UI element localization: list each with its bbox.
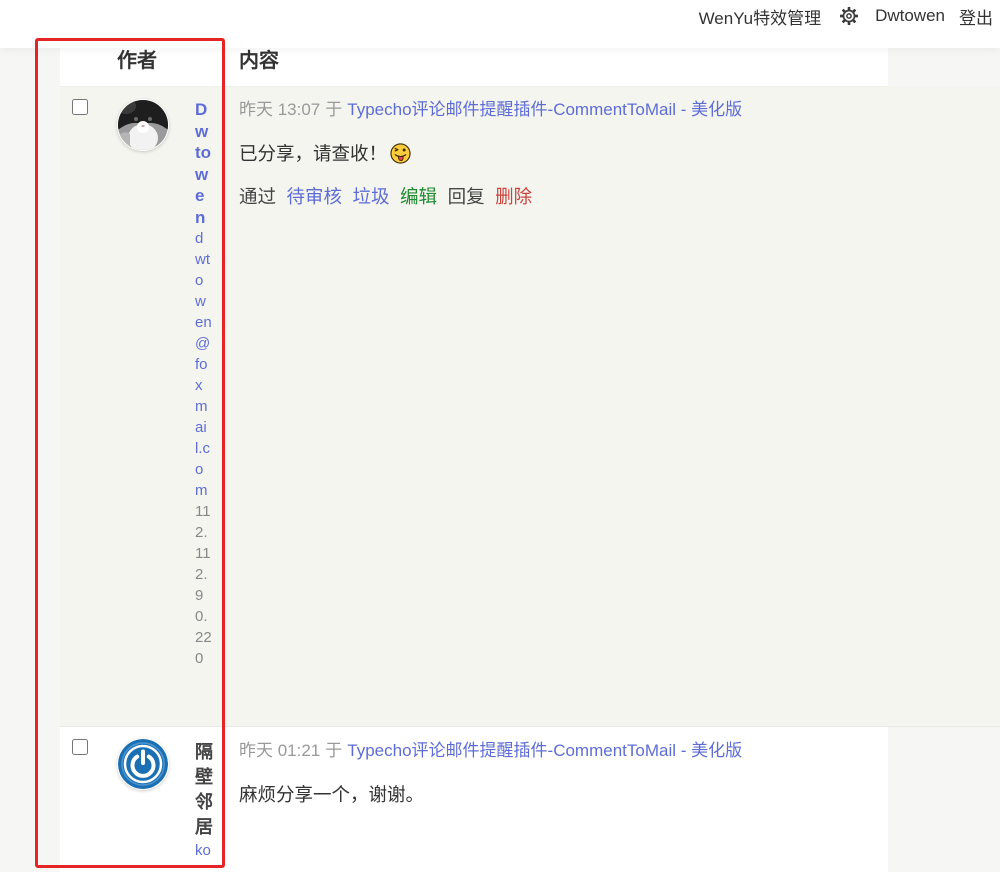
comment-author: Dwtowen dwtowen@foxmail.com 112.112.90.2… xyxy=(195,99,213,669)
top-nav: WenYu特效管理 Dwtowen 登出 xyxy=(699,0,993,32)
post-title-link[interactable]: Typecho评论邮件提醒插件-CommentToMail - 美化版 xyxy=(347,741,742,760)
author-email-link[interactable]: dwtowen@foxmail.com xyxy=(195,228,213,501)
author-name-link[interactable]: Dwtowen xyxy=(195,99,213,228)
row-select-checkbox[interactable] xyxy=(72,99,88,115)
column-header-content: 内容 xyxy=(239,50,279,72)
comment-row[interactable]: 隔壁邻居 ko 昨天 01:21 于 Typecho评论邮件提醒插件-Comment… xyxy=(60,727,888,872)
gear-icon-graphic xyxy=(840,7,859,25)
author-email-link[interactable]: ko xyxy=(195,840,213,861)
reply-comment-link[interactable]: 回复 xyxy=(448,186,485,207)
top-bar: WenYu特效管理 Dwtowen 登出 xyxy=(0,0,1000,48)
comment-preposition: 于 xyxy=(325,100,343,119)
comment-meta: 昨天 01:21 于 Typecho评论邮件提醒插件-CommentToMail -… xyxy=(239,740,879,762)
comment-author: 隔壁邻居 ko xyxy=(195,740,213,861)
mark-spam-link[interactable]: 垃圾 xyxy=(353,186,390,207)
comment-text: 已分享，请查收！ xyxy=(239,142,939,166)
comment-actions: 通过 待审核 垃圾 编辑 回复 删除 xyxy=(239,185,939,209)
post-title-link[interactable]: Typecho评论邮件提醒插件-CommentToMail - 美化版 xyxy=(347,100,742,119)
approve-status: 通过 xyxy=(239,186,277,207)
delete-comment-link[interactable]: 删除 xyxy=(495,186,532,207)
comment-time: 昨天 13:07 xyxy=(239,100,321,119)
comment-text-body: 已分享，请查收！ xyxy=(239,143,388,164)
avatar xyxy=(118,100,168,150)
comment-text: 麻烦分享一个，谢谢。 xyxy=(239,783,879,807)
user-profile-link[interactable]: Dwtowen xyxy=(875,6,945,26)
row-select-checkbox[interactable] xyxy=(72,739,88,755)
cat-photo-avatar-icon xyxy=(118,100,168,150)
comment-content: 昨天 13:07 于 Typecho评论邮件提醒插件-CommentToMail -… xyxy=(239,99,939,209)
comment-meta: 昨天 13:07 于 Typecho评论邮件提醒插件-CommentToMail -… xyxy=(239,99,939,121)
comment-content: 昨天 01:21 于 Typecho评论邮件提醒插件-CommentToMail -… xyxy=(239,740,879,807)
mark-pending-link[interactable]: 待审核 xyxy=(287,186,343,207)
winking-tongue-emoji-icon xyxy=(390,143,411,164)
edit-comment-link[interactable]: 编辑 xyxy=(400,186,437,207)
comment-preposition: 于 xyxy=(325,741,343,760)
comment-text-body: 麻烦分享一个，谢谢。 xyxy=(239,784,425,805)
comment-row[interactable]: Dwtowen dwtowen@foxmail.com 112.112.90.2… xyxy=(60,87,1000,727)
column-header-author: 作者 xyxy=(117,50,157,72)
logout-link[interactable]: 登出 xyxy=(959,4,993,29)
avatar xyxy=(118,739,168,789)
comment-time: 昨天 01:21 xyxy=(239,741,321,760)
gear-icon[interactable] xyxy=(839,6,859,26)
power-symbol-avatar-icon xyxy=(118,739,168,789)
wenyu-effects-link[interactable]: WenYu特效管理 xyxy=(699,4,822,29)
table-header: 作者 内容 xyxy=(60,48,888,87)
author-ip: 112.112.90.220 xyxy=(195,503,212,667)
author-name: 隔壁邻居 xyxy=(195,742,213,837)
